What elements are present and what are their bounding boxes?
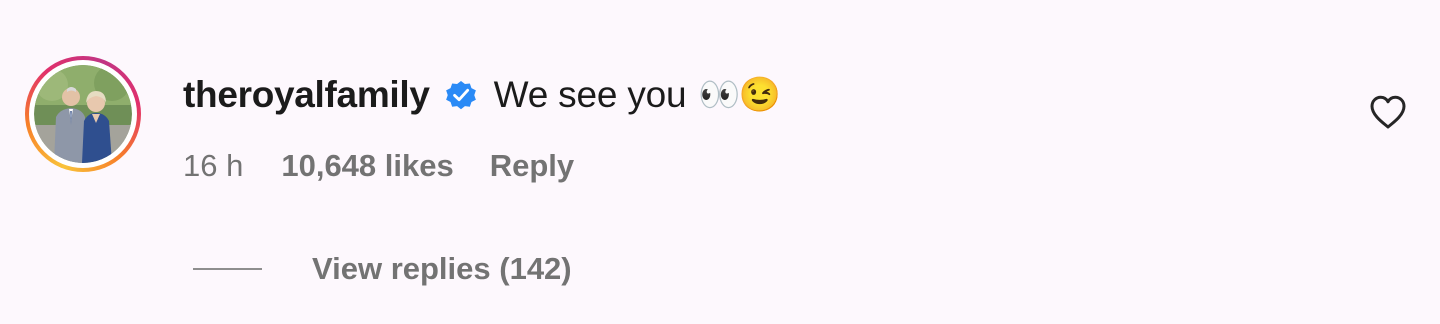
comment-meta: 16 h 10,648 likes Reply xyxy=(183,146,574,186)
comment-item: theroyalfamily We see you 👀😉 16 h 10,648… xyxy=(0,0,1440,324)
comment-timestamp: 16 h xyxy=(183,148,244,183)
comment-first-line: theroyalfamily We see you 👀😉 xyxy=(183,72,781,118)
avatar-ring-gap xyxy=(29,60,137,168)
comment-likes-count[interactable]: 10,648 likes xyxy=(281,148,453,184)
avatar-story-ring[interactable] xyxy=(25,56,141,172)
reply-button[interactable]: Reply xyxy=(490,148,574,184)
heart-outline-icon[interactable] xyxy=(1368,93,1408,131)
verified-badge-icon xyxy=(445,80,476,110)
view-replies-button[interactable]: View replies (142) xyxy=(193,248,572,290)
comment-emojis: 👀😉 xyxy=(698,76,781,114)
view-replies-label: View replies (142) xyxy=(312,251,572,286)
comment-username[interactable]: theroyalfamily xyxy=(183,74,430,116)
comment-text: We see you xyxy=(493,74,687,115)
replies-divider-line xyxy=(193,268,262,270)
avatar xyxy=(34,65,132,163)
